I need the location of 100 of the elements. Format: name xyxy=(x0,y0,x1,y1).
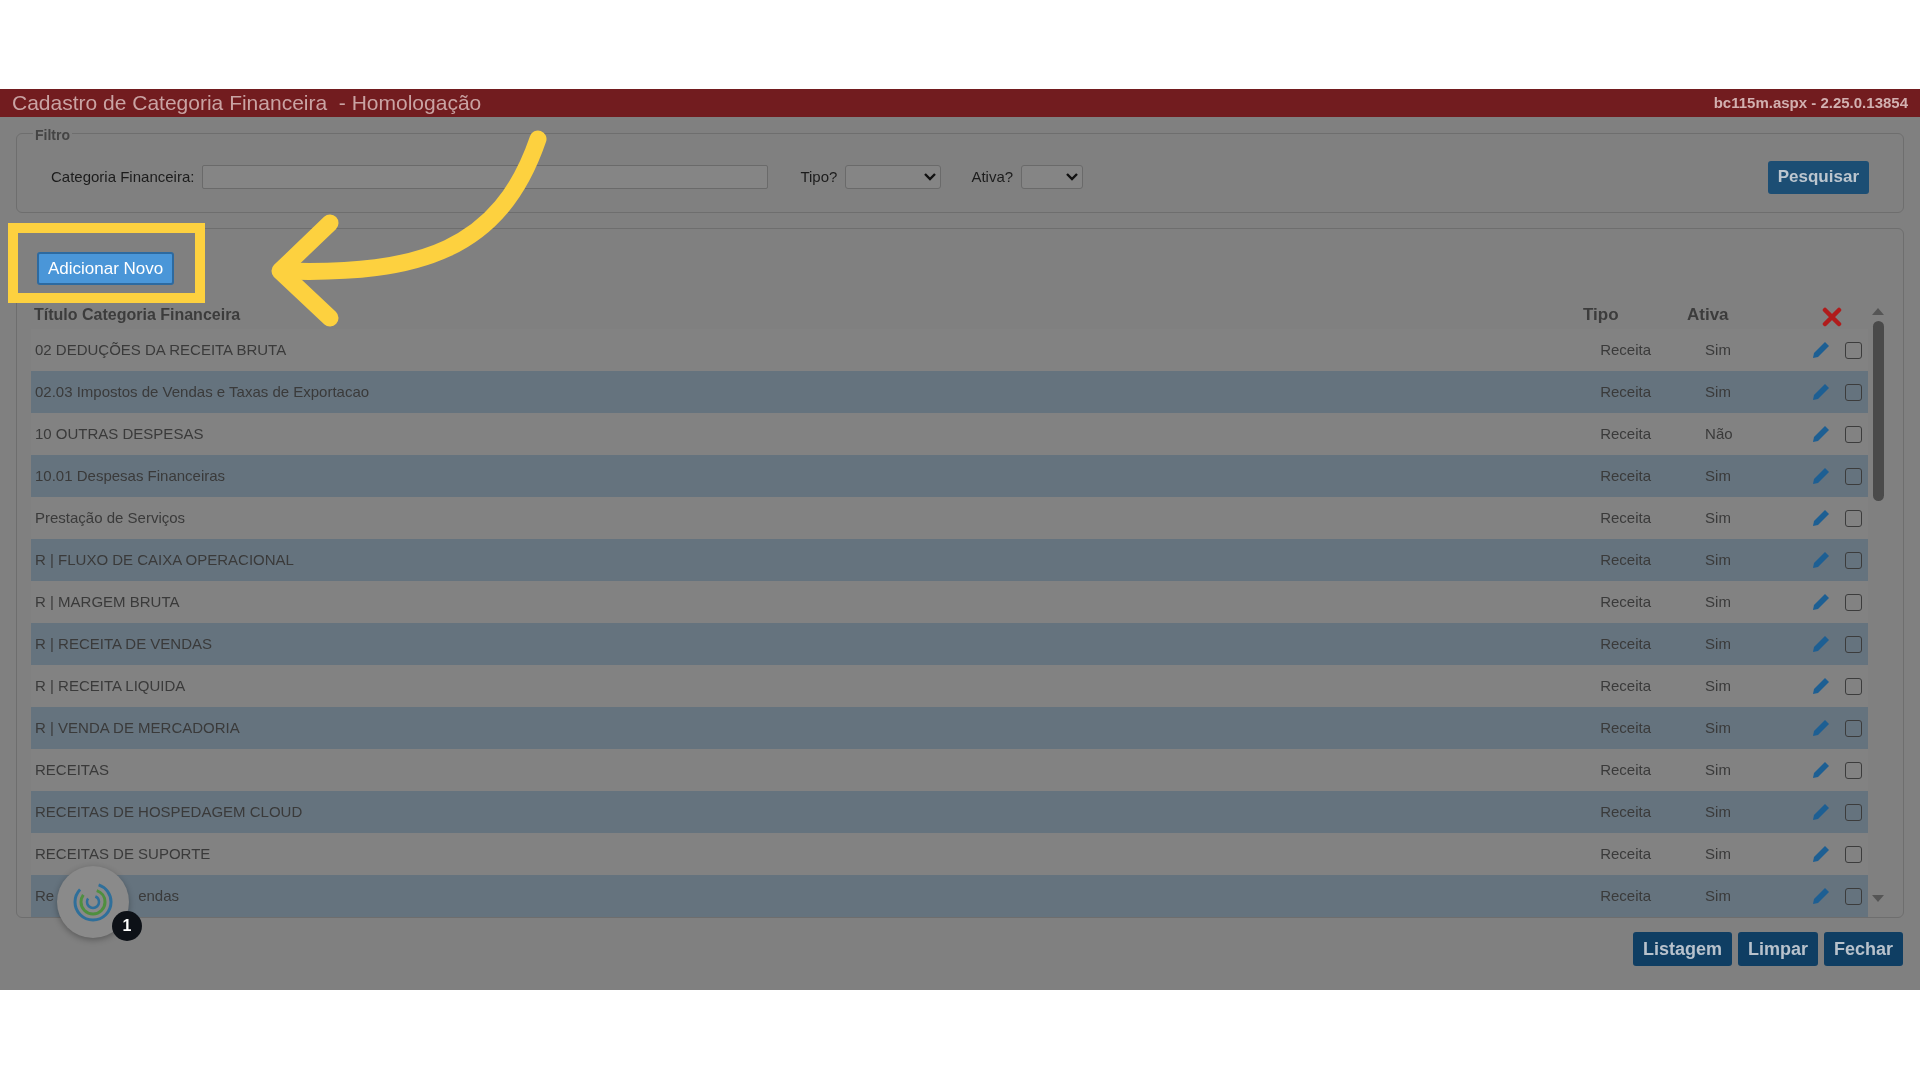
row-checkbox[interactable] xyxy=(1845,635,1862,653)
table-cell-text: R | MARGEM BRUTA xyxy=(35,591,180,612)
table-row[interactable]: 10.01 Despesas Financeiras Receita Sim xyxy=(31,455,1868,497)
table-cell-text: Sim xyxy=(1704,717,1732,738)
table-row[interactable]: R | VENDA DE MERCADORIA Receita Sim xyxy=(31,707,1868,749)
footer-button[interactable]: Listagem xyxy=(1632,932,1732,966)
table-cell-text: Sim xyxy=(1704,339,1732,360)
table-cell-text: Receita xyxy=(1599,633,1652,654)
table-cell-text: Não xyxy=(1704,423,1734,444)
table-cell-text: Sim xyxy=(1704,675,1732,696)
delete-icon[interactable] xyxy=(1822,307,1842,327)
row-checkbox[interactable] xyxy=(1845,509,1862,527)
table-cell-text: Sim xyxy=(1704,633,1732,654)
pencil-icon[interactable] xyxy=(1811,424,1831,444)
table-row[interactable]: Re endas Receita Sim xyxy=(31,875,1868,917)
pencil-icon[interactable] xyxy=(1811,592,1831,612)
ativa-select[interactable] xyxy=(1021,165,1084,189)
table-cell-text: Sim xyxy=(1704,507,1732,528)
table-cell-text: 02.03 Impostos de Vendas e Taxas de Exportacao xyxy=(35,381,370,402)
scroll-down-icon[interactable] xyxy=(1872,895,1884,903)
row-checkbox[interactable] xyxy=(1845,803,1862,821)
pencil-icon[interactable] xyxy=(1811,634,1831,654)
pencil-icon[interactable] xyxy=(1811,382,1831,402)
row-checkbox[interactable] xyxy=(1845,467,1862,485)
row-checkbox[interactable] xyxy=(1845,845,1862,863)
footer-button[interactable]: Limpar xyxy=(1737,932,1818,966)
field-label: Tipo? xyxy=(800,166,838,187)
table-cell-text: Sim xyxy=(1704,801,1732,822)
column-header: Tipo xyxy=(1582,303,1620,326)
row-checkbox[interactable] xyxy=(1845,383,1862,401)
pencil-icon[interactable] xyxy=(1811,676,1831,696)
table-cell-text: Receita xyxy=(1599,549,1652,570)
table-cell-text: R | RECEITA DE VENDAS xyxy=(35,633,212,654)
tipo-select[interactable] xyxy=(845,165,942,189)
table-row[interactable]: RECEITAS DE HOSPEDAGEM CLOUD Receita Sim xyxy=(31,791,1868,833)
table-cell-text: R | VENDA DE MERCADORIA xyxy=(35,717,240,738)
table-cell-text: Receita xyxy=(1599,675,1652,696)
row-checkbox[interactable] xyxy=(1845,425,1862,443)
table-cell-text: endas xyxy=(138,885,180,906)
scroll-up-icon[interactable] xyxy=(1872,307,1884,315)
table-cell-text: Sim xyxy=(1704,381,1732,402)
swirl-logo-icon xyxy=(72,881,114,923)
table-cell-text: 02 DEDUÇÕES DA RECEITA BRUTA xyxy=(35,339,287,360)
table-cell-text: Receita xyxy=(1599,885,1652,906)
table-row[interactable]: 02.03 Impostos de Vendas e Taxas de Exportacao Receita Sim xyxy=(31,371,1868,413)
table-cell-text: Receita xyxy=(1599,801,1652,822)
version-text: bc115m.aspx - 2.25.0.13854 xyxy=(1713,92,1908,113)
table-cell-text: Prestação de Serviços xyxy=(35,507,186,528)
table-cell-text: Receita xyxy=(1599,381,1652,402)
table-cell-text: Receita xyxy=(1599,507,1652,528)
chevron-down-icon xyxy=(924,172,937,182)
table-cell-text: Sim xyxy=(1704,549,1732,570)
column-header: Ativa xyxy=(1686,303,1730,326)
table-cell-text: RECEITAS DE HOSPEDAGEM CLOUD xyxy=(35,801,303,822)
pencil-icon[interactable] xyxy=(1811,466,1831,486)
pencil-icon[interactable] xyxy=(1811,802,1831,822)
table-cell-text: R | FLUXO DE CAIXA OPERACIONAL xyxy=(35,549,294,570)
category-input[interactable] xyxy=(202,165,769,189)
table-cell-text: Receita xyxy=(1599,591,1652,612)
table-cell-text: Receita xyxy=(1599,423,1652,444)
field-label: Ativa? xyxy=(971,166,1014,187)
scrollbar-thumb[interactable] xyxy=(1872,321,1884,501)
table-cell-text: Receita xyxy=(1599,759,1652,780)
search-button[interactable]: Pesquisar xyxy=(1767,160,1869,194)
chevron-down-icon xyxy=(1066,172,1079,182)
table-cell-text: Receita xyxy=(1599,843,1652,864)
footer-button[interactable]: Fechar xyxy=(1823,932,1903,966)
table-row[interactable]: R | FLUXO DE CAIXA OPERACIONAL Receita Sim xyxy=(31,539,1868,581)
add-new-button[interactable]: Adicionar Novo xyxy=(37,252,175,285)
table-cell-text: Receita xyxy=(1599,465,1652,486)
table-cell-text: 10 OUTRAS DESPESAS xyxy=(35,423,204,444)
window-title: Cadastro de Categoria Financeira - Homologação xyxy=(12,90,482,117)
table-cell-text: Sim xyxy=(1704,591,1732,612)
row-checkbox[interactable] xyxy=(1845,593,1862,611)
table-cell-text: Sim xyxy=(1704,759,1732,780)
table-cell-text: Sim xyxy=(1704,843,1732,864)
pencil-icon[interactable] xyxy=(1811,844,1831,864)
pencil-icon[interactable] xyxy=(1811,886,1831,906)
row-checkbox[interactable] xyxy=(1845,551,1862,569)
table-cell-text: R | RECEITA LIQUIDA xyxy=(35,675,186,696)
pencil-icon[interactable] xyxy=(1811,340,1831,360)
table-cell-text: Sim xyxy=(1704,465,1732,486)
pencil-icon[interactable] xyxy=(1811,760,1831,780)
pencil-icon[interactable] xyxy=(1811,508,1831,528)
table-cell-text: RECEITAS xyxy=(35,759,109,780)
row-checkbox[interactable] xyxy=(1845,719,1862,737)
row-checkbox[interactable] xyxy=(1845,341,1862,359)
row-checkbox[interactable] xyxy=(1845,761,1862,779)
column-header: Título Categoria Financeira xyxy=(33,305,242,325)
table-row[interactable]: R | RECEITA DE VENDAS Receita Sim xyxy=(31,623,1868,665)
pencil-icon[interactable] xyxy=(1811,550,1831,570)
table-cell-text: Re xyxy=(35,885,55,906)
pencil-icon[interactable] xyxy=(1811,718,1831,738)
table-cell-text: Receita xyxy=(1599,717,1652,738)
table-cell-text: 10.01 Despesas Financeiras xyxy=(35,465,226,486)
row-checkbox[interactable] xyxy=(1845,887,1862,905)
field-label: Categoria Financeira: xyxy=(51,166,195,187)
row-checkbox[interactable] xyxy=(1845,677,1862,695)
table-cell-text: Receita xyxy=(1599,339,1652,360)
table-cell-text: RECEITAS DE SUPORTE xyxy=(35,843,211,864)
